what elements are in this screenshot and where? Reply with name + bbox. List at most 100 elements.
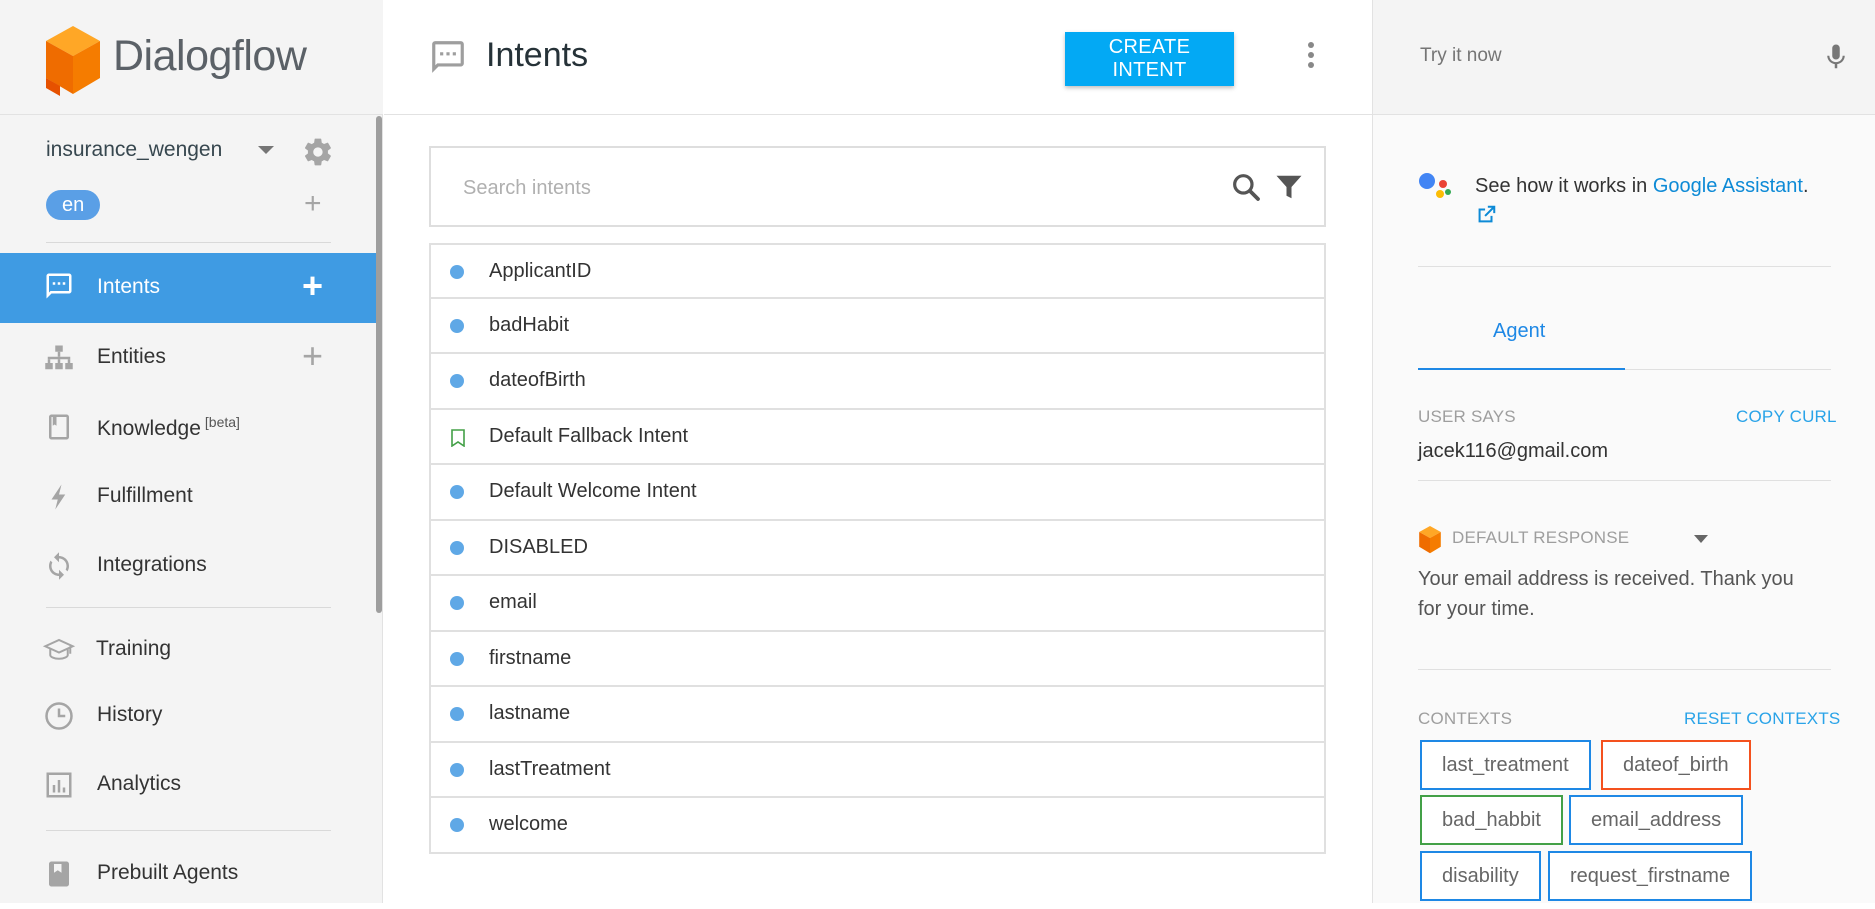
main-content: Intents CREATE INTENT ApplicantID badHab… [384, 0, 1372, 903]
sidebar-item-intents[interactable]: Intents + [0, 253, 377, 323]
intent-row[interactable]: Default Fallback Intent [429, 409, 1326, 465]
language-row: en + [46, 189, 336, 222]
tab-agent[interactable]: Agent [1418, 310, 1625, 370]
divider [46, 830, 331, 831]
sidebar-scrollbar[interactable] [376, 116, 382, 613]
try-it-now-input[interactable] [1418, 44, 1798, 68]
create-intent-button[interactable]: CREATE INTENT [1065, 32, 1234, 86]
logo-text: Dialogflow [113, 32, 307, 80]
user-says-label: USER SAYS [1418, 407, 1516, 426]
filter-icon[interactable] [1274, 172, 1304, 202]
bookmark-icon [451, 428, 465, 447]
google-assistant-icon [1419, 173, 1451, 198]
agent-name[interactable]: insurance_wengen [46, 138, 222, 162]
sidebar: Dialogflow insurance_wengen en + Intents… [0, 0, 383, 903]
intent-name[interactable]: badHabit [489, 314, 569, 337]
default-response-label: DEFAULT RESPONSE [1452, 528, 1630, 547]
gear-icon[interactable] [302, 136, 334, 168]
intent-name[interactable]: email [489, 591, 537, 614]
more-options-icon[interactable] [1308, 42, 1316, 72]
context-chip[interactable]: request_firstname [1548, 851, 1753, 901]
microphone-icon[interactable] [1821, 40, 1851, 74]
logo-area: Dialogflow [0, 0, 383, 115]
reset-contexts-link[interactable]: RESET CONTEXTS [1684, 709, 1840, 729]
context-chip[interactable]: disability [1420, 851, 1541, 901]
lightning-icon [51, 484, 66, 510]
intent-row[interactable]: dateofBirth [429, 354, 1326, 410]
intent-row[interactable]: DISABLED [429, 520, 1326, 576]
intent-row[interactable]: ApplicantID [429, 243, 1326, 299]
chat-icon [46, 273, 72, 299]
clock-icon [45, 702, 73, 730]
google-assistant-link[interactable]: Google Assistant [1653, 175, 1803, 197]
sidebar-item-training[interactable]: Training [0, 615, 377, 685]
search-icon[interactable] [1230, 171, 1262, 203]
chevron-down-icon[interactable] [1694, 535, 1708, 543]
copy-curl-link[interactable]: COPY CURL [1736, 407, 1837, 427]
divider [1418, 480, 1831, 481]
intent-status-dot [450, 318, 464, 333]
response-text: Your email address is received. Thank yo… [1418, 568, 1794, 620]
google-assistant-text: See how it works in Google Assistant. [1475, 172, 1845, 228]
sidebar-item-label: Integrations [97, 553, 207, 576]
intent-name[interactable]: welcome [489, 813, 568, 836]
context-chip[interactable]: bad_habbit [1420, 795, 1563, 845]
intent-status-dot [450, 265, 464, 279]
context-chip[interactable]: email_address [1569, 795, 1744, 845]
search-box [429, 146, 1326, 227]
intent-name[interactable]: lastname [489, 702, 570, 725]
page-title: Intents [486, 36, 589, 74]
intent-name[interactable]: Default Welcome Intent [489, 480, 697, 503]
intent-row[interactable]: welcome [429, 798, 1326, 854]
intent-status-dot [450, 485, 464, 499]
sidebar-item-label: Entities [97, 345, 166, 368]
sidebar-item-label: Analytics [97, 772, 182, 795]
intent-status-dot [450, 707, 464, 721]
intent-row[interactable]: badHabit [429, 298, 1326, 354]
intent-status-dot [450, 540, 464, 555]
book-icon [49, 414, 69, 440]
contexts-label: CONTEXTS [1418, 709, 1513, 728]
sidebar-item-entities[interactable]: Entities + [0, 323, 377, 393]
sidebar-item-knowledge[interactable]: Knowledge [beta] [0, 392, 377, 462]
intent-name[interactable]: firstname [489, 647, 571, 670]
intent-name[interactable]: dateofBirth [489, 369, 586, 392]
sidebar-item-fulfillment[interactable]: Fulfillment [0, 462, 377, 532]
intent-row[interactable]: lastname [429, 687, 1326, 743]
intent-name[interactable]: lastTreatment [489, 758, 611, 781]
external-link-icon[interactable] [1475, 204, 1497, 226]
add-language-icon[interactable]: + [304, 189, 322, 219]
sidebar-item-history[interactable]: History [0, 681, 377, 751]
divider [46, 607, 331, 608]
dialogflow-small-icon [1419, 526, 1441, 554]
try-it-now-bar [1373, 0, 1875, 115]
sidebar-item-label: Fulfillment [97, 484, 193, 507]
sidebar-item-analytics[interactable]: Analytics [0, 750, 377, 820]
intent-row[interactable]: firstname [429, 631, 1326, 687]
language-pill[interactable]: en [46, 190, 101, 220]
intent-name[interactable]: DISABLED [489, 536, 588, 559]
sidebar-item-label: History [97, 703, 163, 726]
add-intent-icon[interactable]: + [302, 265, 323, 307]
intent-row[interactable]: Default Welcome Intent [429, 465, 1326, 521]
agent-selector[interactable]: insurance_wengen [46, 136, 346, 166]
intent-status-dot [450, 651, 464, 666]
intent-row[interactable]: lastTreatment [429, 742, 1326, 798]
dialogflow-logo-icon [46, 26, 100, 96]
intent-row[interactable]: email [429, 576, 1326, 632]
sidebar-item-integrations[interactable]: Integrations [0, 531, 377, 601]
intent-name[interactable]: ApplicantID [489, 260, 591, 283]
sidebar-item-label: Training [96, 637, 172, 660]
context-chip[interactable]: last_treatment [1420, 740, 1591, 790]
chat-icon [432, 41, 464, 73]
search-input[interactable] [461, 170, 1161, 206]
beta-badge: [beta] [204, 414, 240, 430]
add-entity-icon[interactable]: + [302, 335, 323, 377]
chevron-down-icon[interactable] [258, 146, 274, 154]
intent-list: ApplicantID badHabit dateofBirth Default… [429, 243, 1326, 854]
context-chip[interactable]: dateof_birth [1601, 740, 1751, 790]
intent-name[interactable]: Default Fallback Intent [489, 425, 688, 448]
sidebar-item-label: Prebuilt Agents [97, 861, 239, 884]
sidebar-item-label: Intents [97, 275, 161, 298]
sidebar-item-prebuilt-agents[interactable]: Prebuilt Agents [0, 839, 377, 909]
